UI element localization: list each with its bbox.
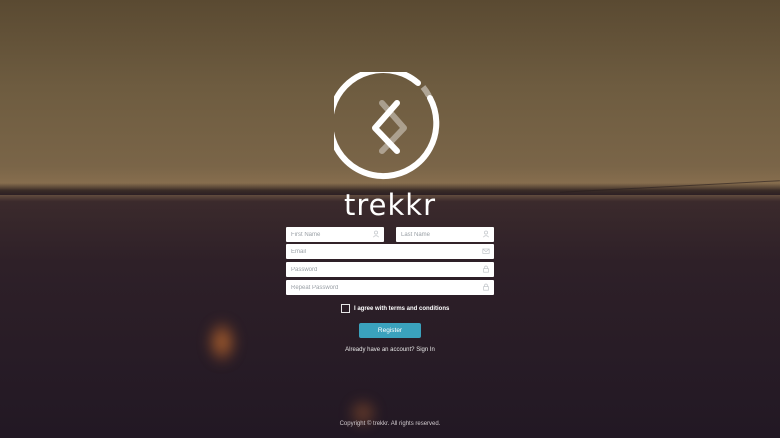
repeat-password-input[interactable] [286,280,494,295]
signin-prompt-text: Already have an account? [345,347,415,353]
signin-link[interactable]: Sign In [416,347,435,353]
first-name-field[interactable] [286,227,384,242]
lens-flare [208,322,236,362]
lock-icon [483,283,489,291]
envelope-icon [482,248,490,254]
last-name-field[interactable] [396,227,494,242]
register-button[interactable]: Register [359,323,421,338]
brand-name: trekkr [343,188,436,222]
repeat-password-field[interactable] [286,280,494,295]
password-field[interactable] [286,262,494,277]
email-input[interactable] [286,244,494,259]
user-icon [482,230,490,238]
signin-prompt: Already have an account? Sign In [300,347,480,353]
last-name-input[interactable] [396,227,494,242]
terms-checkbox[interactable] [341,304,350,313]
copyright-text: Copyright © trekkr. All rights reserved. [339,421,441,427]
user-icon [372,230,380,238]
lock-icon [483,265,489,273]
password-input[interactable] [286,262,494,277]
email-field[interactable] [286,244,494,259]
chevron-left-circle-icon [334,72,440,180]
terms-label[interactable]: I agree with terms and conditions [354,306,449,312]
first-name-input[interactable] [286,227,384,242]
terms-row: I agree with terms and conditions [341,303,449,314]
